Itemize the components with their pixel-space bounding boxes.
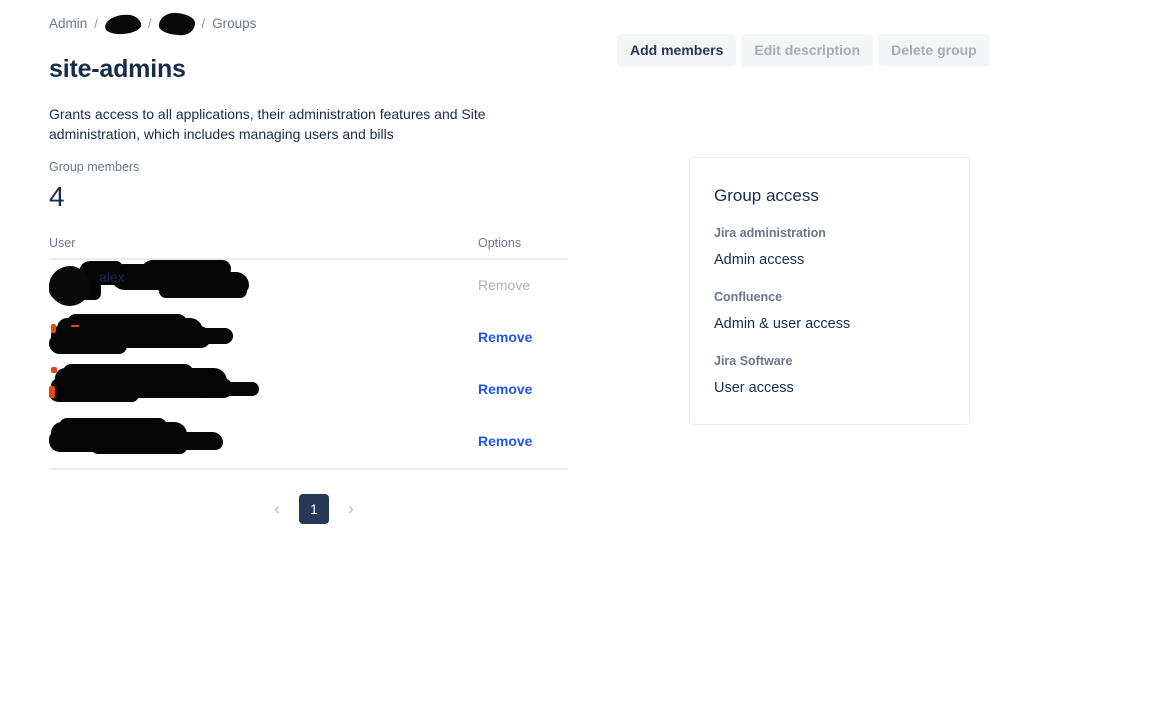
member-name-cell (49, 364, 472, 416)
group-access-card: Group access Jira administration Admin a… (689, 157, 970, 425)
pagination-prev-button[interactable]: ‹ (265, 495, 289, 523)
breadcrumb-separator: / (147, 16, 152, 31)
redaction-mark (67, 314, 187, 332)
pagination-page-1-button[interactable]: 1 (299, 494, 329, 524)
redaction-mark (63, 364, 193, 380)
redaction-mark (91, 440, 187, 454)
member-options-cell: Remove (472, 381, 568, 399)
group-description: Grants access to all applications, their… (49, 106, 486, 142)
avatar (49, 266, 89, 306)
breadcrumb-item-admin[interactable]: Admin (49, 15, 87, 33)
breadcrumb-separator: / (201, 16, 206, 31)
access-level-value: Admin access (714, 252, 805, 268)
group-members-label: Group members (49, 160, 140, 174)
group-members-count: 4 (49, 181, 65, 212)
access-level-value: User access (714, 380, 794, 396)
redaction-mark-highlight (51, 367, 57, 373)
pagination: ‹ 1 › (265, 494, 363, 524)
redaction-mark-breadcrumb-1 (103, 12, 142, 36)
table-header-row: User Options (49, 236, 568, 260)
access-entry-confluence: Confluence Admin & user access (714, 289, 945, 334)
access-app-name: Confluence (714, 290, 783, 304)
remove-member-button[interactable]: Remove (478, 433, 532, 449)
table-bottom-divider (49, 468, 568, 470)
members-table: User Options alex Remove Remove Remove R… (49, 236, 568, 470)
member-name-cell (49, 416, 472, 468)
table-row: Remove (49, 364, 568, 416)
access-entry-jira-software: Jira Software User access (714, 353, 945, 398)
column-header-options: Options (478, 236, 522, 250)
group-access-title: Group access (714, 186, 819, 205)
delete-group-button[interactable]: Delete group (878, 34, 990, 66)
pagination-next-button[interactable]: › (339, 495, 363, 523)
redaction-mark-highlight (49, 386, 55, 398)
edit-description-button[interactable]: Edit description (741, 34, 874, 66)
redaction-mark (199, 382, 259, 396)
member-options-cell: Remove (472, 433, 568, 451)
table-row: alex Remove (49, 260, 568, 312)
access-app-name: Jira administration (714, 226, 826, 240)
breadcrumb: Admin / / / Groups (49, 12, 256, 36)
remove-member-button[interactable]: Remove (478, 381, 532, 397)
member-options-cell: Remove (472, 329, 568, 347)
column-header-user: User (49, 236, 76, 250)
member-name-cell: alex (49, 260, 472, 312)
access-entry-jira-administration: Jira administration Admin access (714, 225, 945, 270)
breadcrumb-item-groups[interactable]: Groups (212, 15, 256, 33)
redaction-mark (49, 384, 139, 402)
member-options-cell: Remove (472, 277, 568, 295)
access-app-name: Jira Software (714, 354, 793, 368)
access-level-value: Admin & user access (714, 316, 851, 332)
breadcrumb-separator: / (94, 16, 98, 31)
member-name-cell (49, 312, 472, 364)
member-name-text: alex (99, 269, 125, 285)
remove-member-button[interactable]: Remove (478, 329, 532, 345)
add-members-button[interactable]: Add members (617, 34, 737, 66)
redaction-mark-breadcrumb-2 (157, 12, 196, 36)
redaction-mark (159, 284, 247, 298)
remove-member-button[interactable]: Remove (478, 277, 530, 293)
redaction-mark-highlight (71, 325, 79, 327)
table-row: Remove (49, 416, 568, 468)
page-actions-toolbar: Add members Edit description Delete grou… (617, 34, 990, 66)
redaction-mark-highlight (51, 324, 56, 333)
page-title: site-admins (49, 54, 186, 83)
redaction-mark (169, 328, 233, 344)
redaction-mark (49, 334, 127, 354)
table-row: Remove (49, 312, 568, 364)
